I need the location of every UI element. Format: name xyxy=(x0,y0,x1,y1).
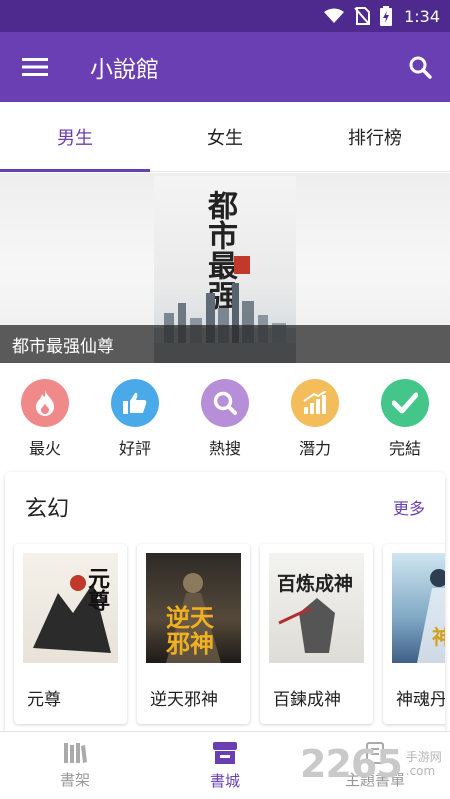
book-card[interactable]: 神魂 神魂丹 xyxy=(383,544,445,724)
quick-link-trending-search[interactable]: 熱搜 xyxy=(180,373,270,463)
genre-section: 玄幻 更多 元尊 元尊 逆天邪神 逆天邪神 百炼成神 百鍊成神 神 神魂丹 xyxy=(5,472,445,762)
book-cover-text: 元尊 xyxy=(84,567,110,611)
category-tabs: 男生 女生 排行榜 xyxy=(0,102,450,172)
quick-link-label: 完結 xyxy=(388,439,421,458)
book-cover-text: 逆天邪神 xyxy=(166,603,214,658)
book-card[interactable]: 百炼成神 百鍊成神 xyxy=(260,544,373,724)
book-card[interactable]: 逆天邪神 逆天邪神 xyxy=(137,544,250,724)
nav-label: 書架 xyxy=(59,771,90,789)
quick-link-label: 潛力 xyxy=(298,439,331,458)
book-cover-text: 神魂 xyxy=(432,625,445,649)
nav-bookshelf[interactable]: 書架 xyxy=(0,732,150,799)
menu-button[interactable] xyxy=(0,32,70,102)
app-bar: 小說館 xyxy=(0,32,450,102)
quick-link-hot[interactable]: 最火 xyxy=(0,373,90,463)
nav-label: 書城 xyxy=(209,772,240,790)
wifi-icon xyxy=(324,8,345,24)
quick-link-completed[interactable]: 完結 xyxy=(360,373,450,463)
book-cover: 元尊 xyxy=(23,553,118,663)
book-list: 元尊 元尊 逆天邪神 逆天邪神 百炼成神 百鍊成神 神魂 神魂丹 xyxy=(14,544,445,724)
book-title: 神魂丹 xyxy=(396,690,445,710)
nav-bookstore[interactable]: 書城 xyxy=(150,732,300,799)
book-title: 百鍊成神 xyxy=(273,690,341,710)
search-icon xyxy=(201,379,249,427)
banner-caption[interactable]: 都市最强仙尊 xyxy=(0,325,450,363)
thumbs-up-icon xyxy=(111,379,159,427)
book-cover: 神魂 xyxy=(392,553,445,663)
book-card[interactable]: 元尊 元尊 xyxy=(14,544,127,724)
quick-links: 最火 好評 熱搜 潛力 完結 xyxy=(0,373,450,463)
book-cover: 百炼成神 xyxy=(269,553,364,663)
quick-link-potential[interactable]: 潛力 xyxy=(270,373,360,463)
quick-link-label: 最火 xyxy=(28,439,61,458)
bookshelf-icon xyxy=(64,743,87,763)
chart-icon xyxy=(291,379,339,427)
watermark-line2: .com xyxy=(405,764,436,778)
check-icon xyxy=(381,379,429,427)
book-cover-text: 百炼成神 xyxy=(277,573,354,595)
flame-icon xyxy=(21,379,69,427)
app-title: 小說館 xyxy=(90,57,159,83)
status-bar: 1:34 xyxy=(0,0,450,32)
tab-ranking[interactable]: 排行榜 xyxy=(300,102,450,171)
menu-icon xyxy=(22,58,48,76)
search-button[interactable] xyxy=(390,32,450,102)
cover-seal xyxy=(234,256,250,274)
book-title: 逆天邪神 xyxy=(150,690,218,710)
watermark-number: 2265 xyxy=(300,742,403,786)
quick-link-good-reviews[interactable]: 好評 xyxy=(90,373,180,463)
watermark-line1: 手游网 xyxy=(405,750,442,764)
quick-link-label: 好評 xyxy=(118,439,151,458)
search-icon xyxy=(409,56,432,79)
status-time: 1:34 xyxy=(404,6,440,26)
section-header: 玄幻 更多 xyxy=(5,472,445,542)
more-link[interactable]: 更多 xyxy=(393,495,425,519)
store-icon xyxy=(213,742,237,764)
no-sim-icon xyxy=(354,7,371,25)
tab-male[interactable]: 男生 xyxy=(0,102,150,172)
site-watermark: 2265 手游网 .com xyxy=(300,742,442,786)
book-title: 元尊 xyxy=(27,690,61,710)
book-cover: 逆天邪神 xyxy=(146,553,241,663)
watermark-text: 手游网 .com xyxy=(406,750,442,778)
section-title: 玄幻 xyxy=(25,497,70,522)
tab-female[interactable]: 女生 xyxy=(150,102,300,171)
battery-charging-icon xyxy=(380,6,393,26)
quick-link-label: 熱搜 xyxy=(208,439,241,458)
